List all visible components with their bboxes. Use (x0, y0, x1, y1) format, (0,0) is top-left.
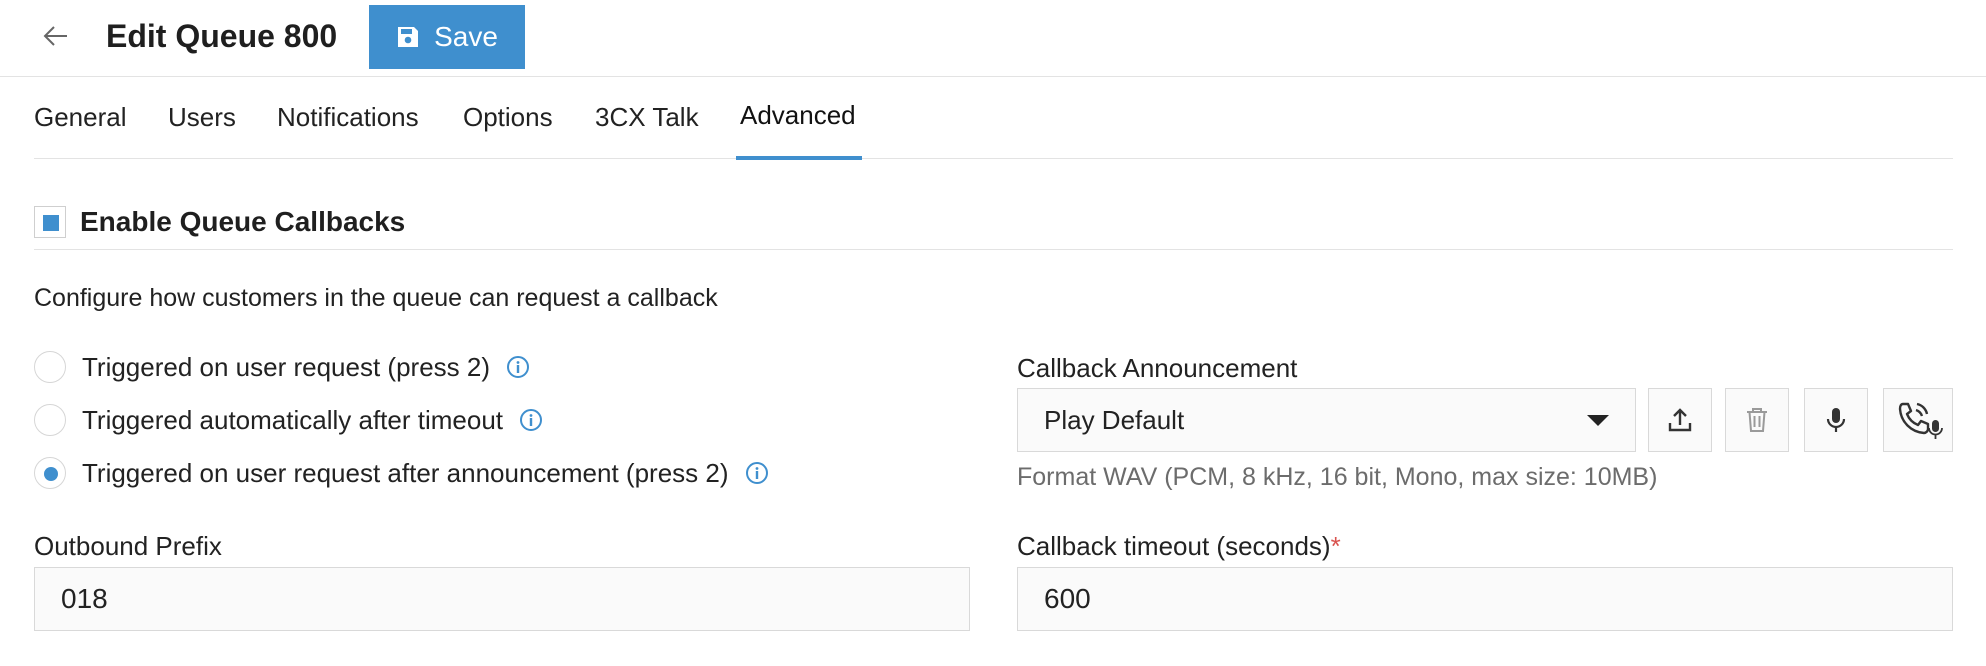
radio-button[interactable] (34, 351, 66, 383)
enable-callbacks-checkbox[interactable] (34, 206, 66, 238)
tab-bar: General Users Notifications Options 3CX … (34, 78, 1953, 160)
tab-general[interactable]: General (34, 78, 127, 159)
radio-button[interactable] (34, 404, 66, 436)
save-button[interactable]: Save (369, 5, 525, 69)
radio-button-selected[interactable] (34, 457, 66, 489)
floppy-disk-icon (398, 27, 419, 47)
back-button[interactable] (38, 18, 74, 54)
upload-icon (1668, 408, 1692, 432)
select-value: Play Default (1044, 405, 1185, 435)
radio-option-auto-timeout[interactable]: Triggered automatically after timeout (34, 403, 543, 437)
tab-users[interactable]: Users (168, 78, 236, 159)
radio-option-after-announcement[interactable]: Triggered on user request after announce… (34, 456, 769, 490)
required-mark: * (1330, 531, 1341, 561)
tab-notifications[interactable]: Notifications (277, 78, 419, 159)
info-icon[interactable] (745, 461, 769, 485)
info-icon[interactable] (519, 408, 543, 432)
page-title: Edit Queue 800 (106, 18, 338, 54)
save-button-label: Save (434, 21, 498, 52)
callbacks-description: Configure how customers in the queue can… (34, 284, 718, 312)
info-icon[interactable] (506, 355, 530, 379)
callback-announcement-select[interactable]: Play Default (1017, 388, 1636, 452)
announcement-format-hint: Format WAV (PCM, 8 kHz, 16 bit, Mono, ma… (1017, 463, 1658, 491)
outbound-prefix-label: Outbound Prefix (34, 531, 222, 561)
page-header: Edit Queue 800 Save (0, 0, 1986, 77)
trash-icon (1747, 408, 1767, 432)
phone-microphone-icon (1898, 402, 1943, 439)
microphone-icon (1826, 408, 1846, 432)
radio-label: Triggered automatically after timeout (82, 404, 504, 435)
tab-options[interactable]: Options (463, 78, 553, 159)
tab-3cx-talk[interactable]: 3CX Talk (595, 78, 699, 159)
radio-option-user-request[interactable]: Triggered on user request (press 2) (34, 350, 530, 384)
tab-advanced[interactable]: Advanced (736, 78, 862, 160)
queue-callbacks-section: Enable Queue Callbacks (34, 206, 1953, 250)
callback-timeout-label: Callback timeout (seconds)* (1017, 531, 1341, 562)
upload-button[interactable] (1648, 388, 1712, 452)
outbound-prefix-input[interactable] (34, 567, 970, 631)
arrow-left-icon (43, 26, 67, 46)
delete-button[interactable] (1725, 388, 1789, 452)
callback-announcement-label: Callback Announcement (1017, 353, 1298, 383)
record-by-phone-button[interactable] (1883, 388, 1953, 452)
callback-timeout-input[interactable] (1017, 567, 1953, 631)
radio-label: Triggered on user request (press 2) (82, 351, 491, 382)
record-button[interactable] (1804, 388, 1868, 452)
caret-down-icon (1587, 415, 1609, 426)
callback-timeout-label-text: Callback timeout (seconds) (1017, 531, 1331, 561)
radio-label: Triggered on user request after announce… (82, 457, 729, 488)
enable-callbacks-label: Enable Queue Callbacks (80, 206, 406, 237)
